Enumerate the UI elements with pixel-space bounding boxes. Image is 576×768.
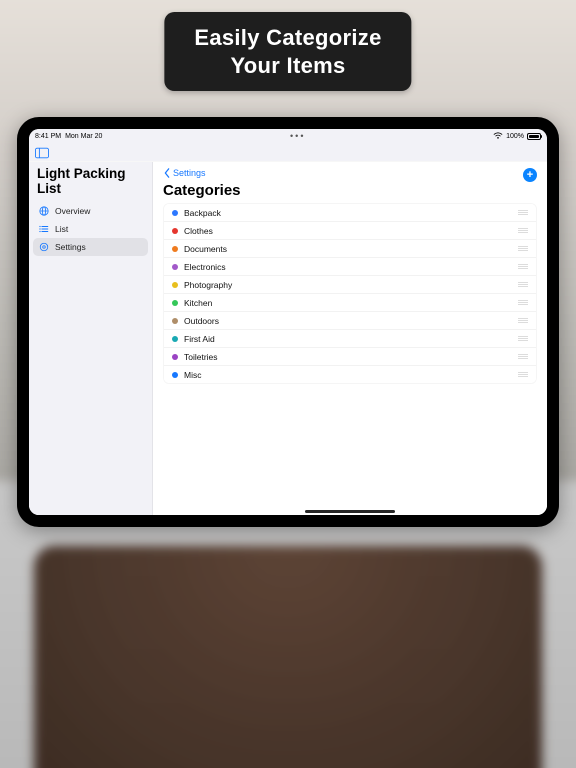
category-color-dot	[172, 228, 178, 234]
category-name: Photography	[184, 280, 232, 290]
category-row[interactable]: Toiletries	[164, 348, 536, 366]
status-time: 8:41 PM	[35, 133, 61, 140]
category-name: Backpack	[184, 208, 221, 218]
category-name: Documents	[184, 244, 227, 254]
category-row[interactable]: Clothes	[164, 222, 536, 240]
category-row[interactable]: Documents	[164, 240, 536, 258]
sidebar-item-list[interactable]: List	[33, 220, 148, 238]
list-icon	[39, 224, 49, 234]
breadcrumb-label: Settings	[173, 168, 206, 178]
category-row[interactable]: Backpack	[164, 204, 536, 222]
ipad-screen: 8:41 PM Mon Mar 20 ••• 100% Light Packin…	[29, 129, 547, 515]
category-row[interactable]: Photography	[164, 276, 536, 294]
category-color-dot	[172, 282, 178, 288]
drag-handle-icon[interactable]	[518, 264, 528, 269]
main-panel: Settings + Categories Backpack Clothes Doc…	[153, 162, 547, 515]
drag-handle-icon[interactable]	[518, 228, 528, 233]
category-name: Misc	[184, 370, 201, 380]
globe-icon	[39, 206, 49, 216]
category-color-dot	[172, 246, 178, 252]
sidebar: Light Packing List Overview List Settings	[29, 162, 153, 515]
category-name: Clothes	[184, 226, 213, 236]
category-color-dot	[172, 372, 178, 378]
drag-handle-icon[interactable]	[518, 246, 528, 251]
app-title: Light Packing List	[33, 164, 148, 202]
category-name: First Aid	[184, 334, 215, 344]
sidebar-item-overview[interactable]: Overview	[33, 202, 148, 220]
category-color-dot	[172, 300, 178, 306]
category-row[interactable]: First Aid	[164, 330, 536, 348]
drag-handle-icon[interactable]	[518, 354, 528, 359]
category-name: Kitchen	[184, 298, 212, 308]
drag-handle-icon[interactable]	[518, 300, 528, 305]
battery-icon	[527, 133, 541, 140]
wifi-icon	[493, 132, 503, 140]
category-color-dot	[172, 264, 178, 270]
category-row[interactable]: Kitchen	[164, 294, 536, 312]
category-row[interactable]: Outdoors	[164, 312, 536, 330]
category-color-dot	[172, 354, 178, 360]
category-name: Toiletries	[184, 352, 218, 362]
category-color-dot	[172, 336, 178, 342]
back-button[interactable]: Settings	[163, 168, 537, 178]
category-name: Outdoors	[184, 316, 219, 326]
drag-handle-icon[interactable]	[518, 336, 528, 341]
sidebar-item-label: Settings	[55, 242, 86, 252]
drag-handle-icon[interactable]	[518, 372, 528, 377]
category-row[interactable]: Misc	[164, 366, 536, 383]
home-indicator[interactable]	[305, 510, 395, 513]
status-bar: 8:41 PM Mon Mar 20 ••• 100%	[29, 129, 547, 143]
gear-icon	[39, 242, 49, 252]
battery-percent: 100%	[506, 133, 524, 140]
drag-handle-icon[interactable]	[518, 282, 528, 287]
multitask-dots[interactable]: •••	[106, 131, 489, 141]
sidebar-item-label: Overview	[55, 206, 90, 216]
drag-handle-icon[interactable]	[518, 318, 528, 323]
sidebar-item-settings[interactable]: Settings	[33, 238, 148, 256]
status-date: Mon Mar 20	[65, 133, 102, 140]
category-row[interactable]: Electronics	[164, 258, 536, 276]
ipad-frame: 8:41 PM Mon Mar 20 ••• 100% Light Packin…	[17, 117, 559, 527]
add-category-button[interactable]: +	[523, 168, 537, 182]
page-title: Categories	[163, 182, 537, 199]
drag-handle-icon[interactable]	[518, 210, 528, 215]
promo-headline: Easily Categorize Your Items	[164, 12, 411, 91]
sidebar-item-label: List	[55, 224, 68, 234]
toolbar	[29, 143, 547, 161]
category-color-dot	[172, 318, 178, 324]
category-list: Backpack Clothes Documents Electronics Photo…	[163, 203, 537, 384]
sidebar-toggle-icon[interactable]	[35, 146, 49, 158]
category-color-dot	[172, 210, 178, 216]
category-name: Electronics	[184, 262, 226, 272]
chevron-left-icon	[163, 168, 171, 178]
